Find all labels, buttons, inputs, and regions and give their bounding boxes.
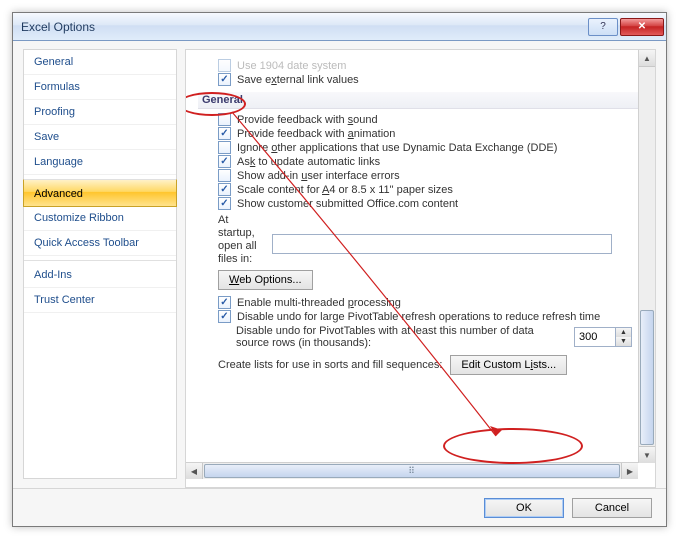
sidebar-item-save[interactable]: Save (24, 125, 176, 150)
option-label: Ask to update automatic links (237, 156, 380, 168)
option-row: Use 1904 date system (198, 59, 643, 72)
undo-rows-spinner[interactable]: ▲ ▼ (574, 327, 632, 347)
dialog-body: General Formulas Proofing Save Language … (13, 41, 666, 488)
ok-button[interactable]: OK (484, 498, 564, 518)
sidebar-item-formulas[interactable]: Formulas (24, 75, 176, 100)
option-row: Provide feedback with animation (198, 127, 643, 140)
main-panel: Use 1904 date system Save external link … (185, 49, 656, 488)
scroll-thumb[interactable] (640, 310, 654, 445)
checkbox[interactable] (218, 127, 231, 140)
scroll-down-icon[interactable]: ▼ (639, 446, 655, 463)
checkbox[interactable] (218, 183, 231, 196)
scroll-content: Use 1904 date system Save external link … (198, 58, 643, 458)
option-label: Provide feedback with sound (237, 114, 378, 126)
checkbox[interactable] (218, 169, 231, 182)
checkbox[interactable] (218, 73, 231, 86)
section-header-general: General (198, 92, 643, 109)
sidebar-item-general[interactable]: General (24, 50, 176, 75)
help-button[interactable]: ? (588, 18, 618, 36)
close-button[interactable]: ✕ (620, 18, 664, 36)
option-row: Ask to update automatic links (198, 155, 643, 168)
undo-rows-label: Disable undo for PivotTables with at lea… (236, 325, 566, 349)
spinner-up-icon[interactable]: ▲ (616, 328, 631, 337)
titlebar: Excel Options ? ✕ (13, 13, 666, 41)
option-row: Disable undo for large PivotTable refres… (198, 310, 643, 323)
scroll-left-icon[interactable]: ◀ (186, 463, 203, 479)
sidebar-item-language[interactable]: Language (24, 150, 176, 175)
dialog-footer: OK Cancel (13, 488, 666, 526)
sidebar-item-customize-ribbon[interactable]: Customize Ribbon (24, 206, 176, 231)
checkbox[interactable] (218, 59, 231, 72)
sidebar-item-add-ins[interactable]: Add-Ins (24, 260, 176, 288)
option-label: Use 1904 date system (237, 60, 346, 72)
sidebar-item-quick-access-toolbar[interactable]: Quick Access Toolbar (24, 231, 176, 256)
option-row: Ignore other applications that use Dynam… (198, 141, 643, 154)
option-label: Disable undo for large PivotTable refres… (237, 311, 600, 323)
checkbox[interactable] (218, 296, 231, 309)
sidebar-item-proofing[interactable]: Proofing (24, 100, 176, 125)
scroll-right-icon[interactable]: ▶ (621, 463, 638, 479)
option-label: Provide feedback with animation (237, 128, 395, 140)
startup-files-input[interactable] (272, 234, 612, 254)
option-row: Scale content for A4 or 8.5 x 11" paper … (198, 183, 643, 196)
checkbox[interactable] (218, 155, 231, 168)
sidebar-item-trust-center[interactable]: Trust Center (24, 288, 176, 313)
option-label: Show customer submitted Office.com conte… (237, 198, 458, 210)
checkbox[interactable] (218, 141, 231, 154)
option-row: Show customer submitted Office.com conte… (198, 197, 643, 210)
checkbox[interactable] (218, 310, 231, 323)
option-label: Enable multi-threaded processing (237, 297, 401, 309)
option-label: Save external link values (237, 74, 359, 86)
option-label: Show add-in user interface errors (237, 170, 400, 182)
spinner-down-icon[interactable]: ▼ (616, 337, 631, 346)
horizontal-scrollbar[interactable]: ◀ ⠿ ▶ (186, 462, 638, 479)
option-label: Ignore other applications that use Dynam… (237, 142, 557, 154)
option-row: Show add-in user interface errors (198, 169, 643, 182)
excel-options-dialog: Excel Options ? ✕ General Formulas Proof… (12, 12, 667, 527)
startup-files-row: At startup, open all files in: (218, 214, 643, 266)
edit-custom-lists-button[interactable]: Edit Custom Lists... (450, 355, 567, 375)
option-row: Provide feedback with sound (198, 113, 643, 126)
dialog-title: Excel Options (21, 20, 586, 34)
scroll-thumb-h[interactable]: ⠿ (204, 464, 620, 478)
sidebar-item-advanced[interactable]: Advanced (23, 179, 177, 207)
create-lists-label: Create lists for use in sorts and fill s… (218, 359, 442, 371)
checkbox[interactable] (218, 197, 231, 210)
startup-files-label: At startup, open all files in: (218, 214, 264, 266)
cancel-button[interactable]: Cancel (572, 498, 652, 518)
option-row: Save external link values (198, 73, 643, 86)
option-row: Enable multi-threaded processing (198, 296, 643, 309)
web-options-button[interactable]: Web Options... (218, 270, 313, 290)
sidebar: General Formulas Proofing Save Language … (23, 49, 177, 479)
checkbox[interactable] (218, 113, 231, 126)
vertical-scrollbar[interactable]: ▲ ▼ (638, 50, 655, 463)
undo-rows-input[interactable] (574, 327, 616, 347)
scroll-up-icon[interactable]: ▲ (639, 50, 655, 67)
option-label: Scale content for A4 or 8.5 x 11" paper … (237, 184, 453, 196)
